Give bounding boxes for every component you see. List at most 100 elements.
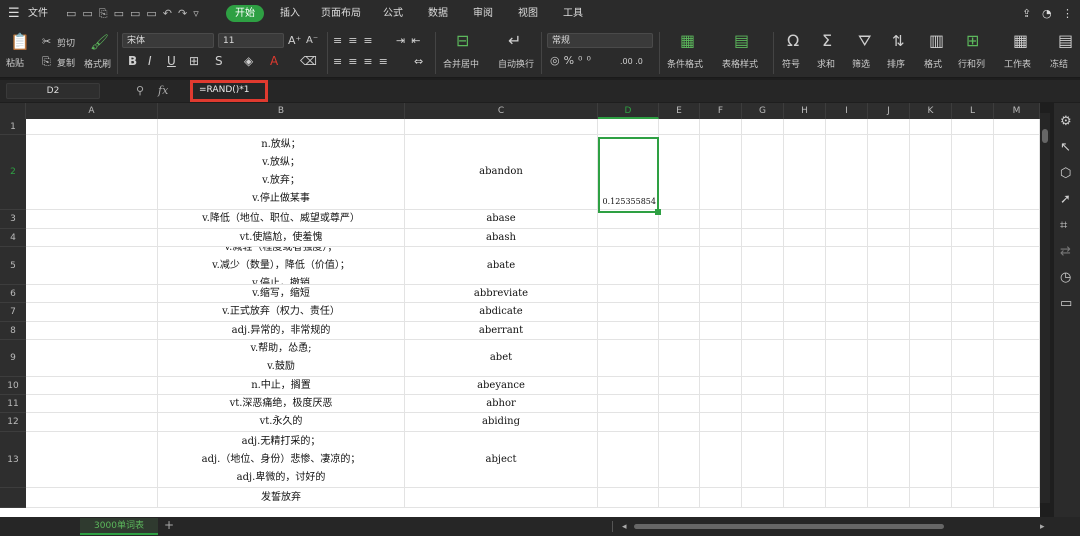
filter-button[interactable]: 筛选 bbox=[852, 57, 870, 70]
cell-l[interactable] bbox=[952, 432, 994, 487]
cell-c[interactable]: abject bbox=[405, 432, 598, 487]
cell-c[interactable]: abet bbox=[405, 340, 598, 376]
cell-m[interactable] bbox=[994, 377, 1040, 394]
sort-button[interactable]: 排序 bbox=[887, 57, 905, 70]
cell-j[interactable] bbox=[868, 432, 910, 487]
wrap-text-icon[interactable]: ↵ bbox=[508, 33, 521, 49]
cell-m[interactable] bbox=[994, 413, 1040, 431]
cell-i[interactable] bbox=[826, 247, 868, 284]
cell-m[interactable] bbox=[994, 247, 1040, 284]
vertical-scrollbar-thumb[interactable] bbox=[1042, 129, 1048, 143]
worksheet-icon[interactable]: ▦ bbox=[1013, 33, 1028, 49]
cell-h[interactable] bbox=[784, 340, 826, 376]
cell-a[interactable] bbox=[26, 285, 158, 302]
cell-d[interactable] bbox=[598, 322, 659, 339]
cell-c[interactable]: aberrant bbox=[405, 322, 598, 339]
cell-e[interactable] bbox=[659, 285, 700, 302]
paste-button[interactable]: 粘贴 bbox=[6, 56, 24, 69]
font-size-select[interactable]: 11 bbox=[218, 33, 284, 48]
cell-m[interactable] bbox=[994, 285, 1040, 302]
row-header[interactable]: 8 bbox=[0, 322, 26, 340]
vertical-scrollbar[interactable] bbox=[1040, 113, 1050, 503]
row-col-icon[interactable]: ⊞ bbox=[966, 33, 979, 49]
cell-g[interactable] bbox=[742, 303, 784, 321]
fx-icon[interactable]: fx bbox=[158, 84, 168, 98]
horizontal-scrollbar-thumb[interactable] bbox=[634, 524, 944, 529]
column-header-f[interactable]: F bbox=[700, 103, 742, 119]
column-header-j[interactable]: J bbox=[868, 103, 910, 119]
cell-c[interactable] bbox=[405, 488, 598, 507]
cell-j[interactable] bbox=[868, 247, 910, 284]
share-sheet-icon[interactable]: ⇄ bbox=[1060, 245, 1071, 259]
cell-a[interactable] bbox=[26, 395, 158, 412]
scroll-right-icon[interactable]: ▸ bbox=[1040, 520, 1045, 534]
add-sheet-button[interactable]: + bbox=[164, 518, 174, 532]
cell-m[interactable] bbox=[994, 432, 1040, 487]
format-painter-icon[interactable]: 🖌 bbox=[90, 35, 109, 50]
cell-j[interactable] bbox=[868, 488, 910, 507]
zoom-formula-icon[interactable]: ⚲ bbox=[136, 84, 144, 98]
cell-l[interactable] bbox=[952, 303, 994, 321]
column-header-l[interactable]: L bbox=[952, 103, 994, 119]
cell-k[interactable] bbox=[910, 395, 952, 412]
cell-g[interactable] bbox=[742, 210, 784, 228]
cell-b[interactable]: vt.永久的 bbox=[158, 413, 405, 431]
cell-g[interactable] bbox=[742, 322, 784, 339]
cell-c[interactable]: abeyance bbox=[405, 377, 598, 394]
symbol-icon[interactable]: Ω bbox=[787, 33, 799, 49]
cell-b[interactable]: adj.异常的，非常规的 bbox=[158, 322, 405, 339]
cell-d[interactable] bbox=[598, 413, 659, 431]
cell-d[interactable] bbox=[598, 340, 659, 376]
crop-icon[interactable]: ⌗ bbox=[1060, 219, 1067, 233]
column-header-k[interactable]: K bbox=[910, 103, 952, 119]
row-header[interactable]: 12 bbox=[0, 413, 26, 432]
cell-h[interactable] bbox=[784, 395, 826, 412]
cell-h[interactable] bbox=[784, 247, 826, 284]
cell-h[interactable] bbox=[784, 303, 826, 321]
cell-b[interactable]: 发誓放弃 bbox=[158, 488, 405, 507]
cell-l[interactable] bbox=[952, 488, 994, 507]
tab-review[interactable]: 审阅 bbox=[473, 0, 493, 27]
cell-e[interactable] bbox=[659, 395, 700, 412]
select-all-corner[interactable] bbox=[0, 103, 26, 119]
cell-f[interactable] bbox=[700, 377, 742, 394]
notification-icon[interactable]: ◔ bbox=[1042, 0, 1052, 27]
copy-button[interactable]: 复制 bbox=[57, 56, 75, 69]
scroll-left-icon[interactable]: ◂ bbox=[622, 520, 627, 534]
cell-c[interactable]: abate bbox=[405, 247, 598, 284]
row-header[interactable]: 10 bbox=[0, 377, 26, 395]
decrease-font-icon[interactable]: A⁻ bbox=[306, 34, 318, 48]
cell-g[interactable] bbox=[742, 432, 784, 487]
decimal-icons[interactable]: .00 .0 bbox=[620, 55, 643, 69]
cell-a[interactable] bbox=[26, 247, 158, 284]
cell-m[interactable] bbox=[994, 303, 1040, 321]
cell-d[interactable] bbox=[598, 377, 659, 394]
bold-icon[interactable]: B bbox=[128, 54, 137, 68]
copy-icon[interactable]: ⎘ bbox=[42, 55, 51, 69]
cell-a[interactable] bbox=[26, 210, 158, 228]
cell-j[interactable] bbox=[868, 322, 910, 339]
cell-g[interactable] bbox=[742, 229, 784, 246]
cell-e[interactable] bbox=[659, 322, 700, 339]
horizontal-align-icons[interactable]: ≡≡≡≡ bbox=[333, 55, 394, 69]
row-header[interactable]: 2 bbox=[0, 135, 26, 210]
cell-c[interactable]: abdicate bbox=[405, 303, 598, 321]
cell-g[interactable] bbox=[742, 119, 784, 134]
cell-i[interactable] bbox=[826, 229, 868, 246]
cell-f[interactable] bbox=[700, 432, 742, 487]
cell-d[interactable] bbox=[598, 303, 659, 321]
cell-j[interactable] bbox=[868, 377, 910, 394]
cell-h[interactable] bbox=[784, 135, 826, 209]
row-header[interactable]: 1 bbox=[0, 119, 26, 135]
select-icon[interactable]: ➚ bbox=[1060, 193, 1071, 207]
cell-a[interactable] bbox=[26, 303, 158, 321]
cell-b[interactable]: v.减轻（程度或者强度）； v.减少（数量），降低（价值）； v.停止，撤销 bbox=[158, 247, 405, 284]
cell-h[interactable] bbox=[784, 432, 826, 487]
merge-center-icon[interactable]: ⊟ bbox=[456, 33, 469, 49]
fill-color-icon[interactable]: ◈ bbox=[244, 54, 253, 68]
cell-m[interactable] bbox=[994, 229, 1040, 246]
indent-icons[interactable]: ⇥⇤ bbox=[396, 34, 426, 48]
cell-k[interactable] bbox=[910, 413, 952, 431]
column-header-h[interactable]: H bbox=[784, 103, 826, 119]
cell-f[interactable] bbox=[700, 303, 742, 321]
